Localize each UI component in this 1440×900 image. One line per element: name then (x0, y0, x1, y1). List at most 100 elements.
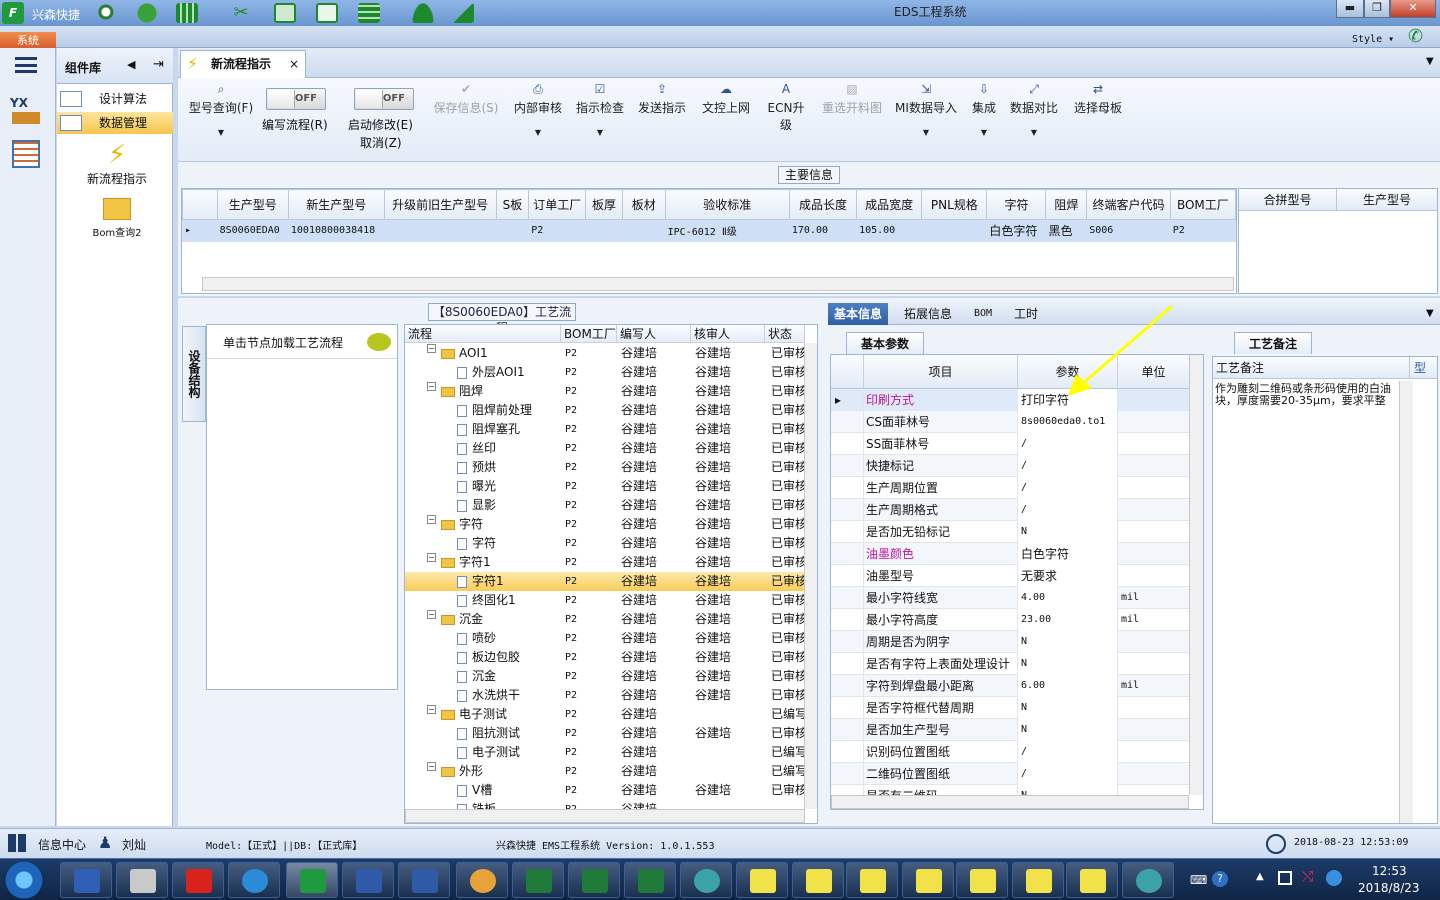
params-hscroll[interactable] (831, 795, 1189, 809)
tree-cell-reviewer[interactable]: 谷建培 (695, 382, 765, 401)
tree-node-name[interactable]: 丝印 (457, 439, 561, 458)
tree-cell-bom[interactable]: P2 (565, 705, 615, 724)
table-cell[interactable]: P2 (1169, 219, 1236, 242)
param-row[interactable]: 是否字符框代替周期 N (831, 697, 1189, 719)
param-row[interactable]: 识别码位置图纸 / (831, 741, 1189, 763)
taskbar-app-eye2[interactable] (1122, 862, 1174, 898)
column-header[interactable]: 工艺备注 (1213, 357, 1409, 379)
table-cell[interactable]: 8S0060EDA0 (216, 219, 289, 242)
grid-icon[interactable] (176, 3, 198, 23)
tree-cell-writer[interactable]: 谷建培 (621, 648, 691, 667)
mi-import-button[interactable]: ⇲ MI数据导入 ▼ (894, 82, 958, 137)
tab-basic-info[interactable]: 基本信息 (828, 303, 889, 325)
tree-node-name[interactable]: V槽 (457, 781, 561, 800)
taskbar-app-shell[interactable] (456, 862, 508, 898)
notes-vscroll[interactable] (1399, 381, 1413, 823)
pin-icon[interactable]: ⇥ (153, 57, 164, 72)
tree-cell-reviewer[interactable]: 谷建培 (695, 781, 765, 800)
param-row[interactable]: CS面菲林号 8s0060eda0.to1 (831, 411, 1189, 433)
column-header[interactable]: 生产型号 (216, 189, 289, 220)
table-cell[interactable]: 白色字符 (986, 219, 1047, 242)
tree-cell-status[interactable]: 已审核 (771, 515, 805, 534)
taskbar-app-x7[interactable] (1066, 862, 1118, 898)
tree-collapse-icon[interactable]: − (427, 610, 436, 619)
tree-cell-bom[interactable]: P2 (565, 610, 615, 629)
tree-cell-status[interactable]: 已审核 (771, 629, 805, 648)
taskbar-date[interactable]: 2018/8/23 (1358, 881, 1420, 895)
tree-node-name[interactable]: 沉金 (457, 667, 561, 686)
column-header[interactable]: 新生产型号 (287, 189, 385, 220)
table-cell[interactable]: P2 (528, 219, 587, 242)
table-row[interactable]: ▸ 8S0060EDA0 10010800038418 P2 IPC-6012 … (182, 219, 1236, 242)
main-info-hscroll[interactable] (202, 277, 1234, 291)
table-cell[interactable] (921, 219, 988, 242)
taskbar-time[interactable]: 12:53 (1372, 864, 1407, 878)
taskbar-app-excel2[interactable] (568, 862, 620, 898)
tree-cell-reviewer[interactable]: 谷建培 (695, 439, 765, 458)
tree-cell-status[interactable]: 已编写 (771, 705, 805, 724)
tree-cell-writer[interactable]: 谷建培 (621, 743, 691, 762)
tree-row[interactable]: 板边包胶 P2 谷建培 谷建培 已审核 (405, 648, 805, 667)
param-value-field[interactable]: / (1017, 455, 1117, 477)
tree-cell-reviewer[interactable]: 谷建培 (695, 496, 765, 515)
tree-node-name[interactable]: 板边包胶 (457, 648, 561, 667)
tree-node-name[interactable]: 外层AOI1 (457, 363, 561, 382)
tree-cell-bom[interactable]: P2 (565, 572, 615, 591)
tree-cell-bom[interactable]: P2 (565, 458, 615, 477)
param-row[interactable]: 最小字符线宽 4.00 mil (831, 587, 1189, 609)
network-icon[interactable] (1278, 871, 1292, 885)
tree-cell-bom[interactable]: P2 (565, 553, 615, 572)
param-value-field[interactable]: / (1017, 741, 1117, 763)
tree-cell-writer[interactable]: 谷建培 (621, 629, 691, 648)
taskbar-app-excel1[interactable] (512, 862, 564, 898)
tree-cell-status[interactable]: 已审核 (771, 496, 805, 515)
tree-cell-bom[interactable]: P2 (565, 724, 615, 743)
column-header[interactable]: 型 (1409, 357, 1437, 379)
column-header[interactable]: 板厚 (585, 189, 623, 220)
windows-grid-icon[interactable] (8, 834, 28, 852)
param-value-field[interactable]: 白色字符 (1017, 543, 1117, 565)
menu-icon[interactable] (15, 57, 37, 73)
model-query-button[interactable]: ⌕ 型号查询(F) ▼ (184, 82, 258, 137)
table-icon[interactable] (274, 3, 296, 23)
tree-node-name[interactable]: 预烘 (457, 458, 561, 477)
param-value-field[interactable]: / (1017, 477, 1117, 499)
tree-cell-reviewer[interactable]: 谷建培 (695, 420, 765, 439)
tree-node-name[interactable]: 沉金 (441, 610, 561, 629)
tree-row[interactable]: 显影 P2 谷建培 谷建培 已审核 (405, 496, 805, 515)
data-compare-button[interactable]: ⤢ 数据对比 ▼ (1008, 82, 1060, 137)
tree-cell-reviewer[interactable]: 谷建培 (695, 686, 765, 705)
tree-node-name[interactable]: 显影 (457, 496, 561, 515)
tree-node-name[interactable]: 阻抗测试 (457, 724, 561, 743)
nav-item-design-algorithm[interactable]: 设计算法 (57, 88, 173, 110)
param-row[interactable]: 二维码位置图纸 / (831, 763, 1189, 785)
taskbar-app-eds[interactable] (286, 862, 338, 898)
tree-node-name[interactable]: 水洗烘干 (457, 686, 561, 705)
tree-cell-bom[interactable]: P2 (565, 762, 615, 781)
tree-cell-status[interactable]: 已审核 (771, 401, 805, 420)
column-header[interactable]: BOM工厂 (561, 325, 617, 343)
tree-row[interactable]: 外层AOI1 P2 谷建培 谷建培 已审核 (405, 363, 805, 382)
tree-cell-status[interactable]: 已编写 (771, 743, 805, 762)
tree-cell-writer[interactable]: 谷建培 (621, 667, 691, 686)
column-header[interactable]: 生产型号 (1337, 189, 1437, 211)
tree-collapse-icon[interactable]: − (427, 515, 436, 524)
column-header[interactable]: 板材 (621, 189, 666, 220)
column-header[interactable]: 升级前旧生产型号 (383, 189, 497, 220)
tree-row[interactable]: − AOI1 P2 谷建培 谷建培 已审核 (405, 344, 805, 363)
chart-grid-icon[interactable] (358, 3, 380, 23)
tree-cell-bom[interactable]: P2 (565, 477, 615, 496)
tree-cell-writer[interactable]: 谷建培 (621, 705, 691, 724)
column-header[interactable]: 终端客户代码 (1086, 189, 1171, 220)
column-header[interactable]: 阻焊 (1045, 189, 1088, 220)
tree-cell-status[interactable]: 已审核 (771, 686, 805, 705)
tree-row[interactable]: 阻焊塞孔 P2 谷建培 谷建培 已审核 (405, 420, 805, 439)
tree-cell-status[interactable]: 已审核 (771, 781, 805, 800)
close-button[interactable]: ✕ (1390, 0, 1436, 18)
param-row[interactable]: 最小字符高度 23.00 mil (831, 609, 1189, 631)
tree-row[interactable]: 阻抗测试 P2 谷建培 谷建培 已审核 (405, 724, 805, 743)
tree-cell-status[interactable]: 已审核 (771, 458, 805, 477)
tree-cell-writer[interactable]: 谷建培 (621, 610, 691, 629)
table-cell[interactable]: S006 (1086, 219, 1171, 242)
table-cell[interactable] (585, 219, 623, 242)
